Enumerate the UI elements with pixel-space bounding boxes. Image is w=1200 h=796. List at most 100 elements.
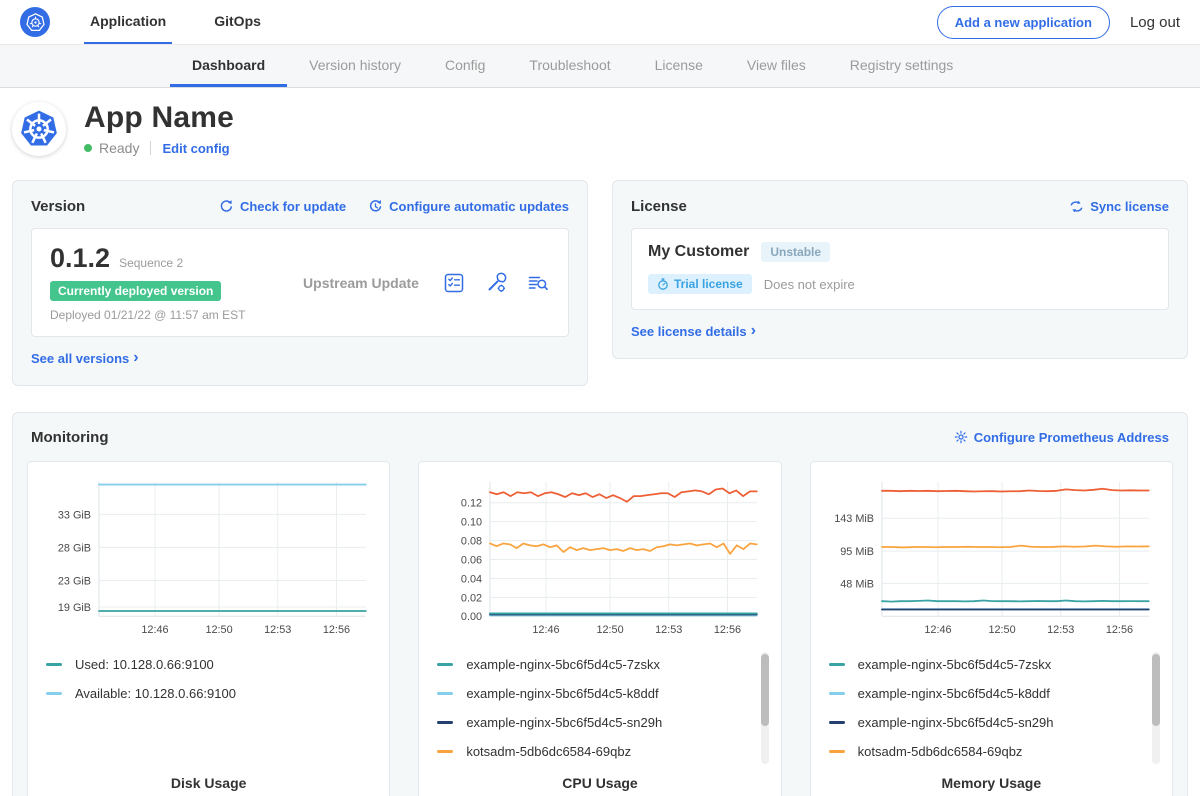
legend-label: kotsadm-5db6dc6584-69qbz bbox=[466, 744, 631, 759]
topnav-tab-application[interactable]: Application bbox=[84, 0, 172, 44]
svg-text:143 MiB: 143 MiB bbox=[834, 513, 874, 525]
svg-text:12:56: 12:56 bbox=[1106, 624, 1133, 636]
svg-text:33 GiB: 33 GiB bbox=[58, 509, 91, 521]
legend-item: example-nginx-5bc6f5d4c5-7zskx bbox=[437, 650, 762, 679]
legend-scrollbar-thumb[interactable] bbox=[761, 654, 769, 726]
svg-text:12:46: 12:46 bbox=[533, 624, 560, 636]
tab-version-history[interactable]: Version history bbox=[287, 45, 423, 87]
legend-item: kotsadm-5db6dc6584-69qbz bbox=[829, 737, 1154, 766]
logout-link[interactable]: Log out bbox=[1130, 14, 1180, 31]
memory-usage-legend: example-nginx-5bc6f5d4c5-7zskx example-ng… bbox=[823, 650, 1160, 766]
legend-color-dash bbox=[437, 750, 453, 753]
currently-deployed-badge: Currently deployed version bbox=[50, 281, 221, 301]
legend-label: example-nginx-5bc6f5d4c5-sn29h bbox=[466, 715, 662, 730]
configure-automatic-updates-link[interactable]: Configure automatic updates bbox=[368, 199, 569, 214]
svg-text:95 MiB: 95 MiB bbox=[840, 546, 874, 558]
legend-color-dash bbox=[437, 721, 453, 724]
preflight-checks-icon[interactable] bbox=[442, 271, 466, 295]
legend-label: Used: 10.128.0.66:9100 bbox=[75, 657, 214, 672]
legend-item: example-nginx-5bc6f5d4c5-sn29h bbox=[437, 708, 762, 737]
check-for-update-link[interactable]: Check for update bbox=[219, 199, 346, 214]
legend-scrollbar-thumb[interactable] bbox=[1152, 654, 1160, 726]
legend-scrollbar-track bbox=[761, 652, 769, 764]
svg-text:48 MiB: 48 MiB bbox=[840, 578, 874, 590]
refresh-icon bbox=[219, 199, 234, 214]
legend-item: example-nginx-5bc6f5d4c5-k8ddf bbox=[437, 679, 762, 708]
update-type-label: Upstream Update bbox=[303, 275, 419, 291]
tab-config[interactable]: Config bbox=[423, 45, 507, 87]
customer-name: My Customer bbox=[648, 243, 749, 261]
svg-text:0.02: 0.02 bbox=[461, 592, 482, 604]
app-header: App Name Ready Edit config bbox=[0, 88, 1200, 170]
svg-text:0.04: 0.04 bbox=[461, 573, 482, 585]
legend-item: example-nginx-5bc6f5d4c5-k8ddf bbox=[829, 679, 1154, 708]
svg-text:12:53: 12:53 bbox=[264, 624, 291, 636]
sync-license-link[interactable]: Sync license bbox=[1069, 199, 1169, 214]
ready-status-dot bbox=[84, 144, 92, 152]
page-title: App Name bbox=[84, 101, 234, 135]
svg-text:12:56: 12:56 bbox=[323, 624, 350, 636]
disk-usage-chart: 33 GiB28 GiB23 GiB19 GiB12:4612:5012:531… bbox=[40, 474, 377, 642]
svg-text:23 GiB: 23 GiB bbox=[58, 575, 91, 587]
gear-icon bbox=[954, 430, 968, 444]
cpu-usage-chart-card: 0.12 0.10 0.08 0.06 0.04 0.02 0.00 12:46 12:50 12… bbox=[418, 461, 781, 796]
edit-config-link[interactable]: Edit config bbox=[162, 141, 229, 156]
see-license-details-link[interactable]: See license details › bbox=[631, 323, 756, 339]
tab-license[interactable]: License bbox=[633, 45, 725, 87]
chevron-right-icon: › bbox=[133, 350, 138, 366]
view-diff-icon[interactable] bbox=[526, 271, 550, 295]
app-logo-kubernetes-icon bbox=[12, 102, 66, 156]
add-new-application-button[interactable]: Add a new application bbox=[937, 6, 1110, 39]
tab-registry-settings[interactable]: Registry settings bbox=[828, 45, 975, 87]
legend-label: example-nginx-5bc6f5d4c5-k8ddf bbox=[858, 686, 1050, 701]
app-subnav: Dashboard Version history Config Trouble… bbox=[0, 45, 1200, 88]
monitoring-section: Monitoring Configure Prometheus Address … bbox=[12, 412, 1188, 796]
license-card: License Sync license My Customer Unstabl… bbox=[612, 180, 1188, 359]
svg-text:0.12: 0.12 bbox=[461, 497, 482, 509]
version-sequence: Sequence 2 bbox=[119, 256, 183, 270]
svg-text:12:56: 12:56 bbox=[714, 624, 741, 636]
svg-text:0.06: 0.06 bbox=[461, 554, 482, 566]
cpu-usage-legend: example-nginx-5bc6f5d4c5-7zskx example-ng… bbox=[431, 650, 768, 766]
legend-color-dash bbox=[829, 663, 845, 666]
svg-text:19 GiB: 19 GiB bbox=[58, 601, 91, 613]
topnav-tabs: Application GitOps bbox=[84, 0, 303, 44]
version-number: 0.1.2 bbox=[50, 243, 110, 274]
config-wrench-icon[interactable] bbox=[484, 271, 508, 295]
chart-title: Memory Usage bbox=[823, 767, 1160, 796]
top-navbar: Application GitOps Add a new application… bbox=[0, 0, 1200, 45]
svg-text:12:50: 12:50 bbox=[597, 624, 624, 636]
legend-label: example-nginx-5bc6f5d4c5-k8ddf bbox=[466, 686, 658, 701]
kubernetes-logo-icon bbox=[20, 7, 50, 37]
tab-troubleshoot[interactable]: Troubleshoot bbox=[507, 45, 632, 87]
channel-badge: Unstable bbox=[761, 242, 830, 262]
legend-color-dash bbox=[829, 692, 845, 695]
topnav-tab-gitops[interactable]: GitOps bbox=[208, 0, 267, 44]
cpu-usage-chart: 0.12 0.10 0.08 0.06 0.04 0.02 0.00 12:46 12:50 12… bbox=[431, 474, 768, 642]
chart-title: CPU Usage bbox=[431, 767, 768, 796]
disk-usage-legend: Used: 10.128.0.66:9100 Available: 10.128.… bbox=[40, 650, 377, 708]
legend-label: example-nginx-5bc6f5d4c5-7zskx bbox=[858, 657, 1052, 672]
tab-dashboard[interactable]: Dashboard bbox=[170, 45, 287, 87]
version-card-title: Version bbox=[31, 198, 85, 215]
legend-label: Available: 10.128.0.66:9100 bbox=[75, 686, 236, 701]
svg-text:12:53: 12:53 bbox=[1047, 624, 1074, 636]
svg-text:12:46: 12:46 bbox=[141, 624, 168, 636]
disk-usage-chart-card: 33 GiB28 GiB23 GiB19 GiB12:4612:5012:531… bbox=[27, 461, 390, 796]
legend-color-dash bbox=[46, 692, 62, 695]
svg-text:12:53: 12:53 bbox=[655, 624, 682, 636]
svg-text:0.10: 0.10 bbox=[461, 516, 482, 528]
see-all-versions-link[interactable]: See all versions › bbox=[31, 350, 139, 366]
svg-text:12:46: 12:46 bbox=[924, 624, 951, 636]
legend-color-dash bbox=[829, 721, 845, 724]
chart-title: Disk Usage bbox=[40, 767, 377, 796]
svg-text:0.00: 0.00 bbox=[461, 611, 482, 623]
legend-scrollbar-track bbox=[1152, 652, 1160, 764]
version-card: Version Check for update Configure au bbox=[12, 180, 588, 386]
svg-text:0.08: 0.08 bbox=[461, 535, 482, 547]
legend-color-dash bbox=[829, 750, 845, 753]
configure-prometheus-link[interactable]: Configure Prometheus Address bbox=[954, 430, 1169, 445]
tab-view-files[interactable]: View files bbox=[725, 45, 828, 87]
svg-text:28 GiB: 28 GiB bbox=[58, 542, 91, 554]
app-status-label: Ready bbox=[99, 140, 139, 156]
